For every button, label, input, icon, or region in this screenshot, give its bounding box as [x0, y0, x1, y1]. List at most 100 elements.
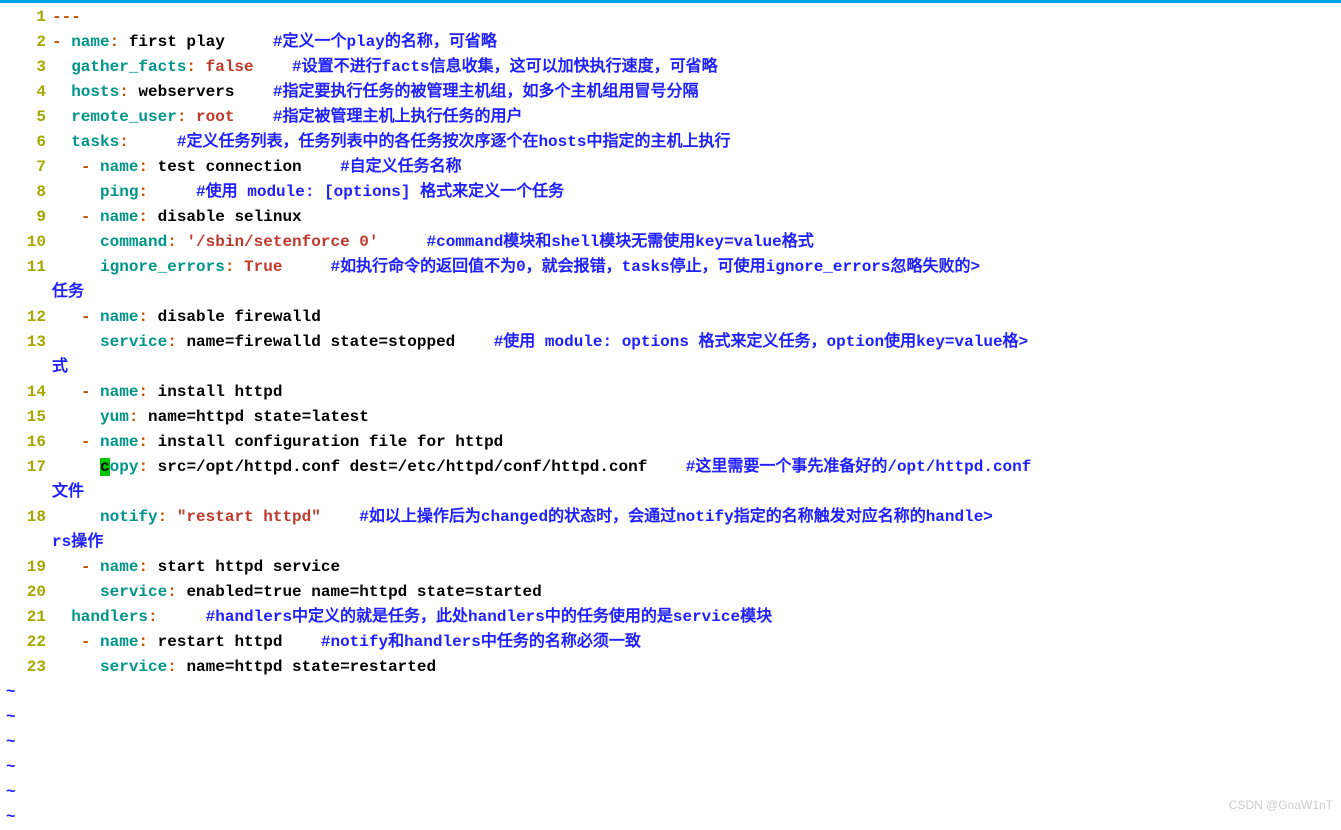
- code-content[interactable]: remote_user: root #指定被管理主机上执行任务的用户: [52, 105, 1341, 130]
- code-content[interactable]: yum: name=httpd state=latest: [52, 405, 1341, 430]
- code-content[interactable]: - name: restart httpd #notify和handlers中任…: [52, 630, 1341, 655]
- code-line[interactable]: 任务: [0, 280, 1341, 305]
- token-punct: :: [110, 33, 129, 51]
- token-cmt: rs操作: [52, 533, 103, 551]
- token-val: disable selinux: [158, 208, 302, 226]
- code-content[interactable]: service: enabled=true name=httpd state=s…: [52, 580, 1341, 605]
- code-content[interactable]: 任务: [52, 280, 1341, 305]
- code-line[interactable]: 文件: [0, 480, 1341, 505]
- code-content[interactable]: ignore_errors: True #如执行命令的返回值不为0，就会报错，t…: [52, 255, 1341, 280]
- line-number: 5: [0, 105, 52, 130]
- code-line[interactable]: 22 - name: restart httpd #notify和handler…: [0, 630, 1341, 655]
- code-content[interactable]: - name: test connection #自定义任务名称: [52, 155, 1341, 180]
- line-number: 17: [0, 455, 52, 480]
- code-line[interactable]: 12 - name: disable firewalld: [0, 305, 1341, 330]
- token-key: handlers: [71, 608, 148, 626]
- code-line[interactable]: 7 - name: test connection #自定义任务名称: [0, 155, 1341, 180]
- token-val: enabled=true name=httpd state=started: [186, 583, 541, 601]
- token-punct: -: [52, 33, 71, 51]
- code-line[interactable]: 1---: [0, 5, 1341, 30]
- code-content[interactable]: 式: [52, 355, 1341, 380]
- token-val: [158, 608, 206, 626]
- token-punct: :: [138, 458, 157, 476]
- code-content[interactable]: command: '/sbin/setenforce 0' #command模块…: [52, 230, 1341, 255]
- code-content[interactable]: - name: disable selinux: [52, 205, 1341, 230]
- token-punct: :: [186, 58, 205, 76]
- token-cmt: #设置不进行facts信息收集，这可以加快执行速度，可省略: [292, 58, 718, 76]
- code-content[interactable]: 文件: [52, 480, 1341, 505]
- code-line[interactable]: rs操作: [0, 530, 1341, 555]
- code-content[interactable]: - name: install httpd: [52, 380, 1341, 405]
- code-line[interactable]: 14 - name: install httpd: [0, 380, 1341, 405]
- token-key: name: [71, 33, 109, 51]
- token-punct: -: [81, 558, 100, 576]
- code-content[interactable]: - name: disable firewalld: [52, 305, 1341, 330]
- token-cmt: #handlers中定义的就是任务，此处handlers中的任务使用的是serv…: [206, 608, 772, 626]
- code-line[interactable]: 11 ignore_errors: True #如执行命令的返回值不为0，就会报…: [0, 255, 1341, 280]
- code-line[interactable]: 9 - name: disable selinux: [0, 205, 1341, 230]
- token-val: [52, 408, 100, 426]
- token-cmt: #notify和handlers中任务的名称必须一致: [321, 633, 641, 651]
- line-number: 12: [0, 305, 52, 330]
- token-val: [52, 558, 81, 576]
- token-punct: -: [81, 158, 100, 176]
- code-line[interactable]: 10 command: '/sbin/setenforce 0' #comman…: [0, 230, 1341, 255]
- code-line[interactable]: 4 hosts: webservers #指定要执行任务的被管理主机组，如多个主…: [0, 80, 1341, 105]
- empty-line-tilde: ~: [0, 780, 1341, 805]
- code-line[interactable]: 23 service: name=httpd state=restarted: [0, 655, 1341, 680]
- code-line[interactable]: 18 notify: "restart httpd" #如以上操作后为chang…: [0, 505, 1341, 530]
- token-key: opy: [110, 458, 139, 476]
- code-content[interactable]: ---: [52, 5, 1341, 30]
- code-line[interactable]: 3 gather_facts: false #设置不进行facts信息收集，这可…: [0, 55, 1341, 80]
- code-line[interactable]: 15 yum: name=httpd state=latest: [0, 405, 1341, 430]
- line-number: 9: [0, 205, 52, 230]
- token-cmt: #如执行命令的返回值不为0，就会报错，tasks停止，可使用ignore_err…: [330, 258, 980, 276]
- token-key: ignore_errors: [100, 258, 225, 276]
- code-content[interactable]: service: name=httpd state=restarted: [52, 655, 1341, 680]
- code-line[interactable]: 6 tasks: #定义任务列表，任务列表中的各任务按次序逐个在hosts中指定…: [0, 130, 1341, 155]
- token-key: notify: [100, 508, 158, 526]
- line-number: 23: [0, 655, 52, 680]
- code-line[interactable]: 19 - name: start httpd service: [0, 555, 1341, 580]
- line-number: 6: [0, 130, 52, 155]
- token-cmt: #如以上操作后为changed的状态时，会通过notify指定的名称触发对应名称…: [359, 508, 993, 526]
- code-content[interactable]: hosts: webservers #指定要执行任务的被管理主机组，如多个主机组…: [52, 80, 1341, 105]
- code-line[interactable]: 2- name: first play #定义一个play的名称，可省略: [0, 30, 1341, 55]
- code-content[interactable]: notify: "restart httpd" #如以上操作后为changed的…: [52, 505, 1341, 530]
- line-number: 22: [0, 630, 52, 655]
- code-line[interactable]: 17 copy: src=/opt/httpd.conf dest=/etc/h…: [0, 455, 1341, 480]
- code-content[interactable]: copy: src=/opt/httpd.conf dest=/etc/http…: [52, 455, 1341, 480]
- code-line[interactable]: 21 handlers: #handlers中定义的就是任务，此处handler…: [0, 605, 1341, 630]
- code-line[interactable]: 式: [0, 355, 1341, 380]
- code-line[interactable]: 20 service: enabled=true name=httpd stat…: [0, 580, 1341, 605]
- token-key: tasks: [71, 133, 119, 151]
- token-val: [52, 83, 71, 101]
- token-key: service: [100, 333, 167, 351]
- token-cmt: 任务: [52, 283, 84, 301]
- code-content[interactable]: handlers: #handlers中定义的就是任务，此处handlers中的…: [52, 605, 1341, 630]
- code-content[interactable]: - name: start httpd service: [52, 555, 1341, 580]
- code-content[interactable]: ping: #使用 module: [options] 格式来定义一个任务: [52, 180, 1341, 205]
- code-editor[interactable]: 1---2- name: first play #定义一个play的名称，可省略…: [0, 3, 1341, 830]
- token-punct: :: [138, 558, 157, 576]
- code-content[interactable]: - name: install configuration file for h…: [52, 430, 1341, 455]
- code-content[interactable]: service: name=firewalld state=stopped #使…: [52, 330, 1341, 355]
- token-str: True: [244, 258, 282, 276]
- code-line[interactable]: 16 - name: install configuration file fo…: [0, 430, 1341, 455]
- token-punct: :: [129, 408, 148, 426]
- code-content[interactable]: gather_facts: false #设置不进行facts信息收集，这可以加…: [52, 55, 1341, 80]
- token-punct: :: [167, 658, 186, 676]
- token-punct: :: [138, 208, 157, 226]
- code-content[interactable]: - name: first play #定义一个play的名称，可省略: [52, 30, 1341, 55]
- code-content[interactable]: tasks: #定义任务列表，任务列表中的各任务按次序逐个在hosts中指定的主…: [52, 130, 1341, 155]
- code-line[interactable]: 8 ping: #使用 module: [options] 格式来定义一个任务: [0, 180, 1341, 205]
- line-number: 4: [0, 80, 52, 105]
- token-key: command: [100, 233, 167, 251]
- code-line[interactable]: 5 remote_user: root #指定被管理主机上执行任务的用户: [0, 105, 1341, 130]
- token-punct: -: [81, 433, 100, 451]
- token-val: [52, 258, 100, 276]
- code-line[interactable]: 13 service: name=firewalld state=stopped…: [0, 330, 1341, 355]
- code-content[interactable]: rs操作: [52, 530, 1341, 555]
- token-val: install httpd: [158, 383, 283, 401]
- line-number: 11: [0, 255, 52, 280]
